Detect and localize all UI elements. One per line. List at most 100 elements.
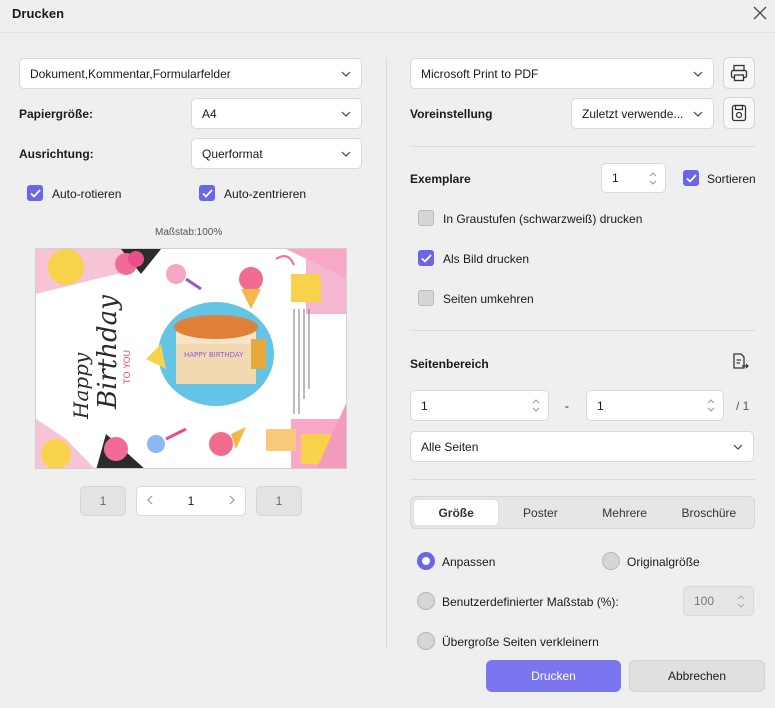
chevron-up-icon[interactable] <box>737 594 745 600</box>
tab-broschuere[interactable]: Broschüre <box>667 500 751 525</box>
preview-text-happy: Happy <box>69 352 93 420</box>
preview-text-birthday: Birthday <box>93 295 123 410</box>
tab-groesse[interactable]: Größe <box>414 500 499 525</box>
chevron-down-icon <box>341 69 351 79</box>
section-divider <box>410 479 755 480</box>
pages-select-value: Alle Seiten <box>421 439 479 454</box>
auto-center-checkbox[interactable] <box>199 185 215 201</box>
chevron-left-icon <box>147 495 153 505</box>
panel-divider <box>386 58 387 648</box>
pages-select[interactable]: Alle Seiten <box>410 431 754 462</box>
copies-stepper[interactable]: 1 <box>601 163 666 193</box>
close-icon <box>753 6 767 20</box>
grayscale-checkbox[interactable] <box>418 210 434 226</box>
print-preview: Happy Birthday TO YOU HAPPY BIRTHDAY <box>35 248 347 469</box>
paper-size-select[interactable]: A4 <box>191 98 362 129</box>
check-icon <box>420 253 432 263</box>
original-size-radio[interactable] <box>602 552 620 570</box>
last-page-label: 1 <box>275 494 283 508</box>
chevron-down-icon <box>733 442 743 452</box>
chevron-down-icon <box>341 109 351 119</box>
orientation-value: Querformat <box>202 146 263 161</box>
chevron-down-icon[interactable] <box>649 180 657 185</box>
chevron-up-icon[interactable] <box>649 171 657 177</box>
original-size-label: Originalgröße <box>627 555 700 569</box>
last-page-button[interactable]: 1 <box>256 486 302 516</box>
grayscale-label: In Graustufen (schwarzweiß) drucken <box>443 212 643 226</box>
chevron-down-icon[interactable] <box>532 407 540 412</box>
birthday-card-image: Happy Birthday TO YOU HAPPY BIRTHDAY <box>36 249 346 468</box>
content-select[interactable]: Dokument,Kommentar,Formularfelder <box>19 58 362 89</box>
paper-size-label: Papiergröße: <box>19 107 94 121</box>
chevron-down-icon[interactable] <box>737 603 745 608</box>
range-from-value: 1 <box>421 398 428 413</box>
section-divider <box>410 146 755 147</box>
as-image-label: Als Bild drucken <box>443 252 530 266</box>
next-page-button[interactable] <box>229 494 235 508</box>
custom-scale-value: 100 <box>694 594 715 608</box>
printer-properties-button[interactable] <box>723 57 755 89</box>
copies-label: Exemplare <box>410 172 471 186</box>
chevron-down-icon <box>693 69 703 79</box>
range-to-stepper[interactable]: 1 <box>586 390 724 421</box>
shrink-oversized-label: Übergroße Seiten verkleinern <box>442 635 599 649</box>
fit-label: Anpassen <box>442 555 496 569</box>
fit-radio[interactable] <box>417 552 435 570</box>
auto-rotate-checkbox[interactable] <box>27 185 43 201</box>
chevron-up-icon[interactable] <box>532 399 540 404</box>
copies-value: 1 <box>612 171 619 185</box>
chevron-up-icon[interactable] <box>707 399 715 404</box>
shrink-oversized-radio[interactable] <box>417 632 435 650</box>
content-select-value: Dokument,Kommentar,Formularfelder <box>30 66 231 81</box>
preset-label: Voreinstellung <box>410 107 493 121</box>
auto-center-label: Auto-zentrieren <box>224 187 307 201</box>
range-to-value: 1 <box>597 398 604 413</box>
current-page-input[interactable]: 1 <box>188 494 195 508</box>
chevron-right-icon <box>229 495 235 505</box>
orientation-select[interactable]: Querformat <box>191 138 362 169</box>
page-range-icon <box>733 353 749 369</box>
section-divider <box>410 330 755 331</box>
first-page-button[interactable]: 1 <box>80 486 126 516</box>
chevron-down-icon[interactable] <box>707 407 715 412</box>
printer-icon <box>730 64 748 82</box>
chevron-down-icon <box>693 109 703 119</box>
collate-label: Sortieren <box>707 172 756 186</box>
dialog-title: Drucken <box>12 6 65 21</box>
scale-label: Maßstab:100% <box>155 227 223 238</box>
first-page-label: 1 <box>99 494 107 508</box>
preset-value: Zuletzt verwende... <box>582 106 684 121</box>
title-divider <box>0 32 775 33</box>
range-dash: - <box>565 399 569 413</box>
save-preset-button[interactable] <box>723 97 755 129</box>
close-button[interactable] <box>750 3 770 23</box>
paper-size-value: A4 <box>202 106 217 121</box>
page-range-settings-button[interactable] <box>730 352 752 374</box>
printer-select[interactable]: Microsoft Print to PDF <box>410 58 714 89</box>
reverse-pages-label: Seiten umkehren <box>443 292 534 306</box>
as-image-checkbox[interactable] <box>418 250 434 266</box>
custom-scale-stepper[interactable]: 100 <box>683 586 754 616</box>
preset-select[interactable]: Zuletzt verwende... <box>571 98 714 129</box>
prev-page-button[interactable] <box>147 494 153 508</box>
size-tabs: Größe Poster Mehrere Broschüre <box>410 496 755 529</box>
range-total: / 1 <box>736 399 750 413</box>
auto-rotate-label: Auto-rotieren <box>52 187 122 201</box>
preview-cake-text: HAPPY BIRTHDAY <box>184 351 244 359</box>
printer-value: Microsoft Print to PDF <box>421 66 539 81</box>
page-navigator: 1 <box>136 486 246 516</box>
custom-scale-radio[interactable] <box>417 592 435 610</box>
check-icon <box>29 188 41 198</box>
tab-poster[interactable]: Poster <box>498 500 582 525</box>
orientation-label: Ausrichtung: <box>19 147 94 161</box>
reverse-pages-checkbox[interactable] <box>418 290 434 306</box>
tab-mehrere[interactable]: Mehrere <box>583 500 667 525</box>
custom-scale-label: Benutzerdefinierter Maßstab (%): <box>442 595 619 609</box>
collate-checkbox[interactable] <box>683 170 699 186</box>
range-from-stepper[interactable]: 1 <box>410 390 549 421</box>
check-icon <box>201 188 213 198</box>
cancel-button[interactable]: Abbrechen <box>629 660 765 692</box>
save-icon <box>731 104 747 122</box>
print-button[interactable]: Drucken <box>486 660 621 692</box>
preview-text-to-you: TO YOU <box>123 350 133 385</box>
